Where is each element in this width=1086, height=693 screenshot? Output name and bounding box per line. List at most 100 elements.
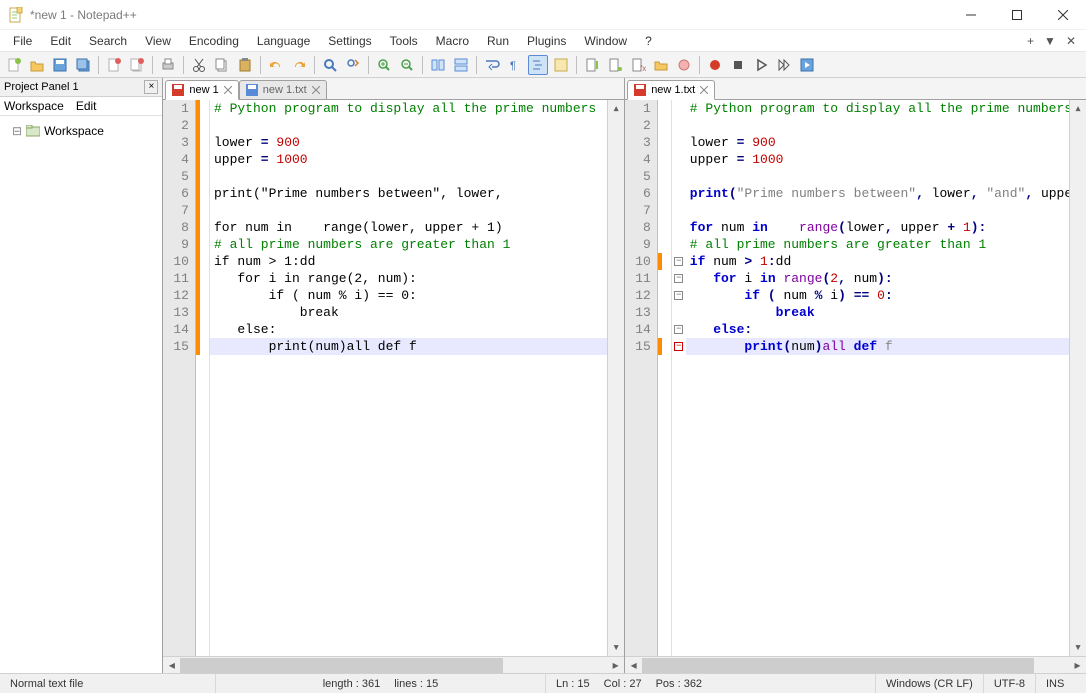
status-doctype: Normal text file <box>0 674 216 693</box>
open-file-icon[interactable] <box>27 55 47 75</box>
sync-h-icon[interactable] <box>451 55 471 75</box>
zoom-out-icon[interactable] <box>397 55 417 75</box>
project-panel-title-label: Project Panel 1 <box>4 81 79 93</box>
replace-icon[interactable] <box>343 55 363 75</box>
project-menu-workspace[interactable]: Workspace <box>4 99 64 113</box>
close-file-icon[interactable] <box>104 55 124 75</box>
project-panel-close-icon[interactable]: × <box>144 80 158 94</box>
sync-v-icon[interactable] <box>428 55 448 75</box>
save-all-icon[interactable] <box>73 55 93 75</box>
doc-map-icon[interactable] <box>582 55 602 75</box>
new-file-icon[interactable] <box>4 55 24 75</box>
project-panel: Project Panel 1 × Workspace Edit ⊟ Works… <box>0 78 163 673</box>
left-gutter: 123456789101112131415 <box>163 100 196 656</box>
left-change-marker <box>196 100 210 656</box>
tab-close-icon[interactable] <box>312 86 320 94</box>
left-code-area[interactable]: 123456789101112131415 # Python program t… <box>163 100 624 656</box>
menu-language[interactable]: Language <box>248 32 319 50</box>
right-change-marker <box>658 100 672 656</box>
toolbar: ¶ fx <box>0 52 1086 78</box>
maximize-button[interactable] <box>994 0 1040 30</box>
save-icon[interactable] <box>50 55 70 75</box>
tree-root-node[interactable]: ⊟ Workspace <box>6 124 156 138</box>
right-tabbar: new 1.txt <box>625 78 1086 100</box>
find-icon[interactable] <box>320 55 340 75</box>
func-list-icon[interactable]: fx <box>628 55 648 75</box>
toolbar-plus-icon[interactable]: + <box>1027 34 1034 48</box>
menu-file[interactable]: File <box>4 32 41 50</box>
project-panel-title: Project Panel 1 × <box>0 78 162 97</box>
tree-expand-icon[interactable]: ⊟ <box>12 124 22 138</box>
left-hscroll[interactable]: ◂▸ <box>163 656 624 673</box>
monitor-icon[interactable] <box>674 55 694 75</box>
close-all-icon[interactable] <box>127 55 147 75</box>
tab-label: new 1.txt <box>651 84 695 96</box>
status-mode: INS <box>1036 674 1086 693</box>
paste-icon[interactable] <box>235 55 255 75</box>
menu-macro[interactable]: Macro <box>427 32 478 50</box>
print-icon[interactable] <box>158 55 178 75</box>
menu-view[interactable]: View <box>136 32 180 50</box>
play-icon[interactable] <box>751 55 771 75</box>
menu-plugins[interactable]: Plugins <box>518 32 575 50</box>
stop-icon[interactable] <box>728 55 748 75</box>
tab-new1[interactable]: new 1 <box>165 80 238 100</box>
right-code-area[interactable]: 123456789101112131415 −−−−− # Python pro… <box>625 100 1086 656</box>
tab-new1txt[interactable]: new 1.txt <box>239 80 327 100</box>
zoom-in-icon[interactable] <box>374 55 394 75</box>
svg-text:fx: fx <box>640 64 646 73</box>
right-code-body[interactable]: # Python program to display all the prim… <box>686 100 1069 656</box>
allchars-icon[interactable]: ¶ <box>505 55 525 75</box>
statusbar: Normal text file length : 361lines : 15 … <box>0 673 1086 693</box>
status-length: length : 361lines : 15 <box>216 674 546 693</box>
menu-window[interactable]: Window <box>575 32 636 50</box>
menu-run[interactable]: Run <box>478 32 518 50</box>
left-vscroll[interactable]: ▴▾ <box>607 100 624 656</box>
project-panel-menu: Workspace Edit <box>0 97 162 116</box>
menu-help[interactable]: ? <box>636 32 661 50</box>
cut-icon[interactable] <box>189 55 209 75</box>
minimize-button[interactable] <box>948 0 994 30</box>
redo-icon[interactable] <box>289 55 309 75</box>
wordwrap-icon[interactable] <box>482 55 502 75</box>
menu-search[interactable]: Search <box>80 32 136 50</box>
close-button[interactable] <box>1040 0 1086 30</box>
tab-close-icon[interactable] <box>224 86 232 94</box>
tab-new1txt-right[interactable]: new 1.txt <box>627 80 715 100</box>
toolbar-dropdown-icon[interactable]: ▼ <box>1044 34 1056 48</box>
savemacro-icon[interactable] <box>797 55 817 75</box>
toolbar-x-icon[interactable]: ✕ <box>1066 34 1076 48</box>
disk-unsaved-icon <box>634 84 646 96</box>
status-encoding: UTF-8 <box>984 674 1036 693</box>
menu-tools[interactable]: Tools <box>381 32 427 50</box>
status-eol: Windows (CR LF) <box>876 674 984 693</box>
right-hscroll[interactable]: ◂▸ <box>625 656 1086 673</box>
tab-label: new 1.txt <box>263 84 307 96</box>
right-vscroll[interactable]: ▴▾ <box>1069 100 1086 656</box>
project-menu-edit[interactable]: Edit <box>76 99 97 113</box>
app-icon <box>8 7 24 23</box>
menu-encoding[interactable]: Encoding <box>180 32 248 50</box>
tab-label: new 1 <box>189 84 218 96</box>
udl-icon[interactable] <box>551 55 571 75</box>
playmulti-icon[interactable] <box>774 55 794 75</box>
project-tree[interactable]: ⊟ Workspace <box>0 116 162 146</box>
folder-icon[interactable] <box>651 55 671 75</box>
left-tabbar: new 1 new 1.txt <box>163 78 624 100</box>
menubar: File Edit Search View Encoding Language … <box>0 30 1086 52</box>
left-code-body[interactable]: # Python program to display all the prim… <box>210 100 607 656</box>
titlebar: *new 1 - Notepad++ <box>0 0 1086 30</box>
right-fold-column[interactable]: −−−−− <box>672 100 686 656</box>
menu-settings[interactable]: Settings <box>319 32 380 50</box>
right-editor: new 1.txt 123456789101112131415 −−−−− # … <box>624 78 1086 673</box>
indent-guide-icon[interactable] <box>528 55 548 75</box>
undo-icon[interactable] <box>266 55 286 75</box>
copy-icon[interactable] <box>212 55 232 75</box>
tab-close-icon[interactable] <box>700 86 708 94</box>
doc-list-icon[interactable] <box>605 55 625 75</box>
disk-unsaved-icon <box>172 84 184 96</box>
record-icon[interactable] <box>705 55 725 75</box>
svg-text:¶: ¶ <box>510 60 516 72</box>
menu-edit[interactable]: Edit <box>41 32 80 50</box>
tree-root-label: Workspace <box>44 124 104 138</box>
